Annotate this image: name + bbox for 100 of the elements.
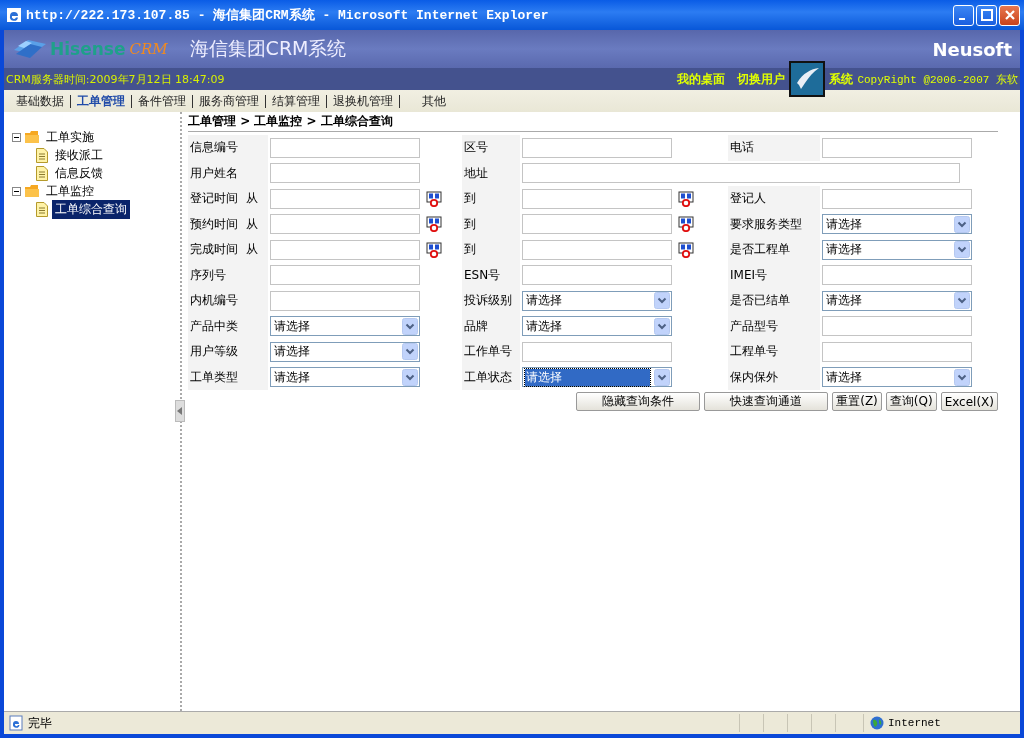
wave-logo-icon	[12, 38, 48, 60]
form-button[interactable]: Excel(X)	[940, 392, 998, 411]
field-label: 要求服务类型	[730, 215, 802, 233]
header-link[interactable]: 我的桌面	[677, 70, 726, 88]
field-label: 区号	[464, 139, 488, 157]
tree-item[interactable]: 工单综合查询	[52, 199, 130, 219]
input-field[interactable]	[522, 163, 960, 184]
security-zone: Internet	[888, 717, 941, 729]
field-label: 用户姓名	[190, 164, 238, 182]
field-label: 是否工程单	[730, 241, 790, 259]
select-field[interactable]: 请选择	[522, 290, 672, 311]
input-field[interactable]	[822, 188, 972, 209]
input-field[interactable]	[270, 163, 420, 184]
select-field[interactable]: 请选择	[822, 367, 972, 388]
server-time: CRM服务器时间:2009年7月12日 18:47:09	[6, 71, 225, 87]
system-name: 海信集团CRM系统	[189, 36, 347, 61]
field-label: 产品型号	[730, 317, 778, 335]
header-link[interactable]: 系统	[829, 70, 854, 88]
form-button[interactable]: 隐藏查询条件	[576, 392, 701, 411]
calendar-icon[interactable]	[426, 216, 442, 233]
input-field[interactable]	[522, 137, 672, 158]
browser-icon	[6, 7, 22, 23]
form-button[interactable]: 重置(Z)	[832, 392, 882, 411]
tree-item[interactable]: 接收派工	[52, 145, 106, 165]
select-field[interactable]: 请选择	[522, 316, 672, 337]
select-field[interactable]: 请选择	[522, 367, 672, 388]
collapse-handle[interactable]	[175, 400, 185, 422]
collapse-toggle-icon[interactable]	[12, 132, 21, 142]
input-field[interactable]	[822, 137, 972, 158]
input-field[interactable]	[822, 316, 972, 337]
nav-tab[interactable]: 工单管理	[71, 94, 132, 108]
field-label: IMEI号	[730, 266, 767, 284]
calendar-icon[interactable]	[678, 241, 694, 258]
calendar-icon[interactable]	[678, 216, 694, 233]
minimize-icon	[958, 18, 965, 20]
field-label: 保内保外	[730, 368, 778, 386]
input-field[interactable]	[270, 137, 420, 158]
select-field[interactable]: 请选择	[270, 341, 420, 362]
form-button[interactable]: 查询(Q)	[885, 392, 937, 411]
nav-tab[interactable]: 服务商管理	[193, 94, 266, 108]
field-label: 品牌	[464, 317, 488, 335]
input-field[interactable]	[822, 341, 972, 362]
field-label: 到	[464, 241, 476, 259]
window-title: http://222.173.107.85 - 海信集团CRM系统 - Microsoft Internet Explorer	[26, 7, 550, 24]
nav-tab[interactable]: 结算管理	[266, 94, 327, 108]
maximize-icon	[980, 9, 993, 21]
field-label: 工作单号	[464, 343, 512, 361]
field-label: 产品中类	[190, 317, 238, 335]
field-label: 信息编号	[190, 139, 238, 157]
input-field[interactable]	[522, 265, 672, 286]
input-field[interactable]	[270, 188, 420, 209]
select-field[interactable]: 请选择	[822, 239, 972, 260]
input-field[interactable]	[270, 239, 420, 260]
field-label: 用户等级	[190, 343, 238, 361]
field-label: 序列号	[190, 266, 226, 284]
document-icon	[36, 147, 48, 163]
nav-tab[interactable]: 基础数据	[10, 94, 71, 108]
input-field[interactable]	[822, 265, 972, 286]
field-label: 电话	[730, 139, 754, 157]
close-button[interactable]	[999, 4, 1020, 26]
field-label: 完成时间 从	[190, 241, 258, 259]
field-label: 工程单号	[730, 343, 778, 361]
tree-folder[interactable]: 工单实施	[43, 127, 97, 147]
select-field[interactable]: 请选择	[822, 290, 972, 311]
folder-icon	[24, 130, 40, 144]
brand-suffix: CRM	[129, 40, 168, 58]
field-label: 到	[464, 215, 476, 233]
collapse-toggle-icon[interactable]	[12, 186, 21, 196]
maximize-button[interactable]	[976, 4, 997, 26]
form-button[interactable]: 快速查询通道	[704, 392, 829, 411]
calendar-icon[interactable]	[678, 190, 694, 207]
input-field[interactable]	[522, 188, 672, 209]
copyright: CopyRight @2006-2007 东软	[857, 72, 1018, 87]
page-icon	[8, 715, 24, 731]
globe-icon	[870, 716, 884, 730]
minimize-button[interactable]	[953, 4, 974, 26]
calendar-icon[interactable]	[426, 190, 442, 207]
input-field[interactable]	[270, 265, 420, 286]
input-field[interactable]	[522, 214, 672, 235]
input-field[interactable]	[522, 341, 672, 362]
nav-tab[interactable]: 备件管理	[132, 94, 193, 108]
input-field[interactable]	[270, 214, 420, 235]
field-label: 到	[464, 190, 476, 208]
nav-tab[interactable]: 退换机管理	[327, 94, 400, 108]
field-label: 是否已结单	[730, 292, 790, 310]
vendor-name: Neusoft	[932, 38, 1012, 60]
select-field[interactable]: 请选择	[822, 214, 972, 235]
document-icon	[36, 201, 48, 217]
brand-name: Hisense	[50, 39, 126, 59]
field-label: 地址	[464, 164, 488, 182]
input-field[interactable]	[270, 290, 420, 311]
select-field[interactable]: 请选择	[270, 316, 420, 337]
input-field[interactable]	[522, 239, 672, 260]
nav-tab[interactable]: 其他	[400, 94, 452, 108]
field-label: 预约时间 从	[190, 215, 258, 233]
tree-folder[interactable]: 工单监控	[43, 181, 97, 201]
header-link[interactable]: 切换用户	[737, 70, 786, 88]
calendar-icon[interactable]	[426, 241, 442, 258]
tree-item[interactable]: 信息反馈	[52, 163, 106, 183]
select-field[interactable]: 请选择	[270, 367, 420, 388]
